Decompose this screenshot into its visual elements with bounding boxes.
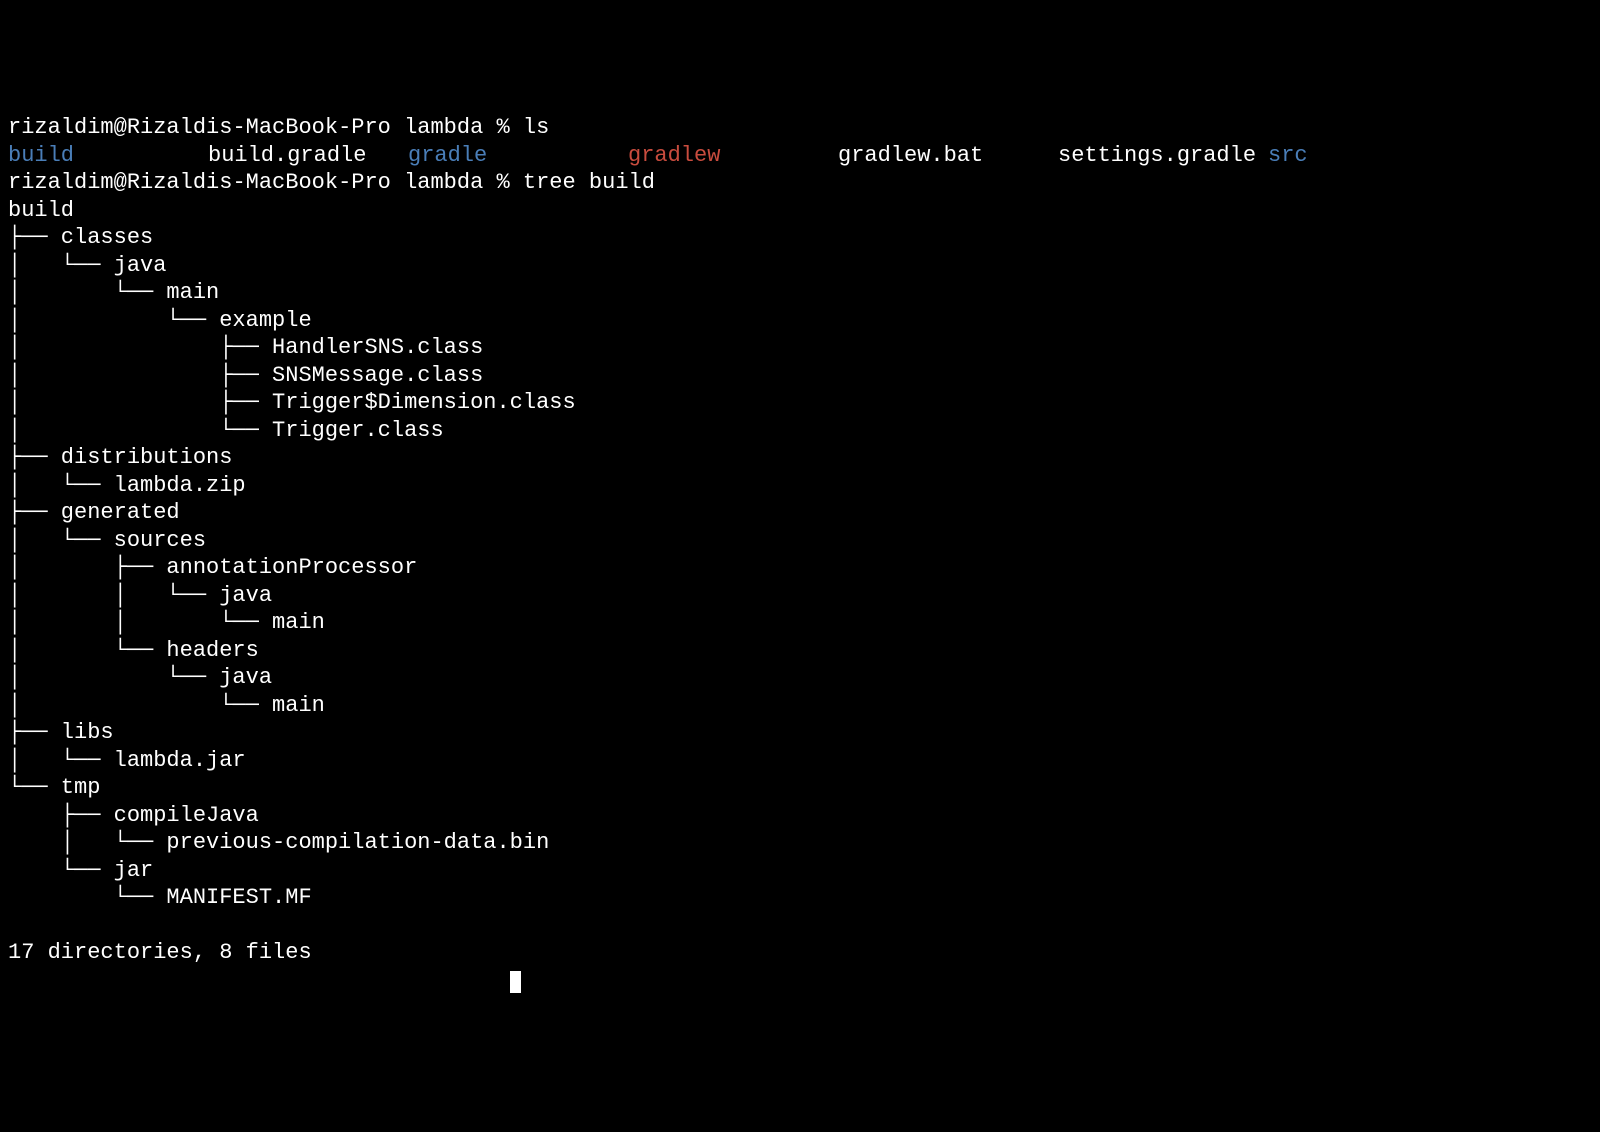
tree-line: └── tmp [8, 774, 1592, 802]
tree-line: └── jar [8, 857, 1592, 885]
tree-line: ├── distributions [8, 444, 1592, 472]
tree-line: │ ├── SNSMessage.class [8, 362, 1592, 390]
ls-output-row: buildbuild.gradlegradlegradlewgradlew.ba… [8, 142, 1592, 170]
tree-line: ├── classes [8, 224, 1592, 252]
tree-line: │ └── main [8, 692, 1592, 720]
tree-line: │ └── example [8, 307, 1592, 335]
prompt-prefix: rizaldim@Rizaldis-MacBook-Pro lambda % [8, 170, 523, 195]
command-tree: tree build [523, 170, 655, 195]
tree-line: ├── libs [8, 719, 1592, 747]
tree-line: └── MANIFEST.MF [8, 884, 1592, 912]
ls-item-src: src [1268, 142, 1308, 170]
tree-line: │ ├── HandlerSNS.class [8, 334, 1592, 362]
terminal-output[interactable]: rizaldim@Rizaldis-MacBook-Pro lambda % l… [8, 114, 1592, 994]
tree-line: ├── compileJava [8, 802, 1592, 830]
tree-line: build [8, 197, 1592, 225]
tree-line: ├── generated [8, 499, 1592, 527]
tree-summary: 17 directories, 8 files [8, 939, 1592, 967]
tree-line: │ └── lambda.jar [8, 747, 1592, 775]
tree-line: │ └── Trigger.class [8, 417, 1592, 445]
ls-item-gradlew: gradlew [628, 142, 838, 170]
prompt-prefix: rizaldim@Rizaldis-MacBook-Pro lambda % [8, 115, 523, 140]
ls-item-settings-gradle: settings.gradle [1058, 142, 1268, 170]
blank-line [8, 912, 1592, 940]
command-ls: ls [523, 115, 549, 140]
tree-line: │ └── java [8, 664, 1592, 692]
ls-item-build-gradle: build.gradle [208, 142, 408, 170]
tree-line: │ │ └── java [8, 582, 1592, 610]
tree-line: │ └── java [8, 252, 1592, 280]
tree-line: │ ├── Trigger$Dimension.class [8, 389, 1592, 417]
tree-line: │ └── main [8, 279, 1592, 307]
tree-line: │ └── headers [8, 637, 1592, 665]
tree-line: │ └── sources [8, 527, 1592, 555]
tree-line: │ ├── annotationProcessor [8, 554, 1592, 582]
tree-output: build├── classes│ └── java│ └── main│ └─… [8, 197, 1592, 912]
tree-line: │ │ └── main [8, 609, 1592, 637]
ls-item-gradle: gradle [408, 142, 628, 170]
prompt-line-1: rizaldim@Rizaldis-MacBook-Pro lambda % l… [8, 114, 1592, 142]
prompt-line-2: rizaldim@Rizaldis-MacBook-Pro lambda % t… [8, 169, 1592, 197]
ls-item-build: build [8, 142, 208, 170]
ls-item-gradlew-bat: gradlew.bat [838, 142, 1058, 170]
tree-line: │ └── lambda.zip [8, 472, 1592, 500]
tree-line: │ └── previous-compilation-data.bin [8, 829, 1592, 857]
cursor-line [8, 967, 1592, 995]
